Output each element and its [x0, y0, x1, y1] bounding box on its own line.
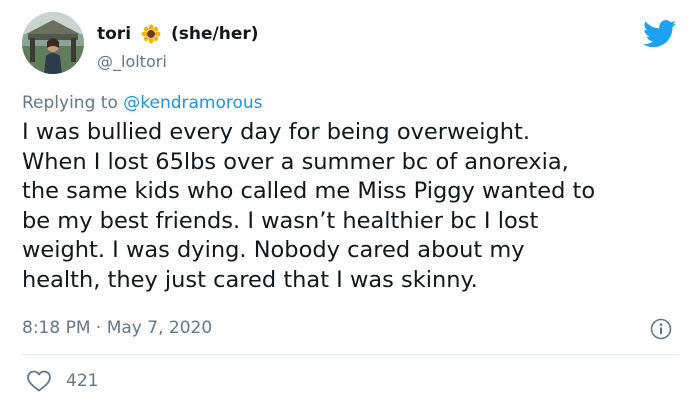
tweet-timestamp[interactable]: 8:18 PM · May 7, 2020	[22, 318, 212, 338]
info-icon[interactable]	[650, 318, 672, 340]
heart-icon[interactable]	[26, 369, 52, 393]
divider	[22, 354, 677, 355]
display-name[interactable]: tori	[97, 24, 131, 44]
replying-to-label: Replying to	[22, 93, 124, 113]
replying-to: Replying to @kendramorous	[22, 93, 263, 113]
like-count: 421	[66, 371, 99, 391]
like-action[interactable]: 421	[22, 369, 98, 393]
reply-mention-link[interactable]: @kendramorous	[123, 93, 262, 113]
pronouns: (she/her)	[171, 24, 259, 44]
tweet-text: I was bullied every day for being overwe…	[22, 119, 596, 293]
user-handle[interactable]: @_loltori	[97, 52, 167, 71]
avatar[interactable]	[22, 12, 84, 74]
author-row: tori (she/her)	[97, 24, 259, 44]
twitter-bird-icon[interactable]	[642, 20, 677, 48]
sunflower-icon	[141, 24, 161, 44]
